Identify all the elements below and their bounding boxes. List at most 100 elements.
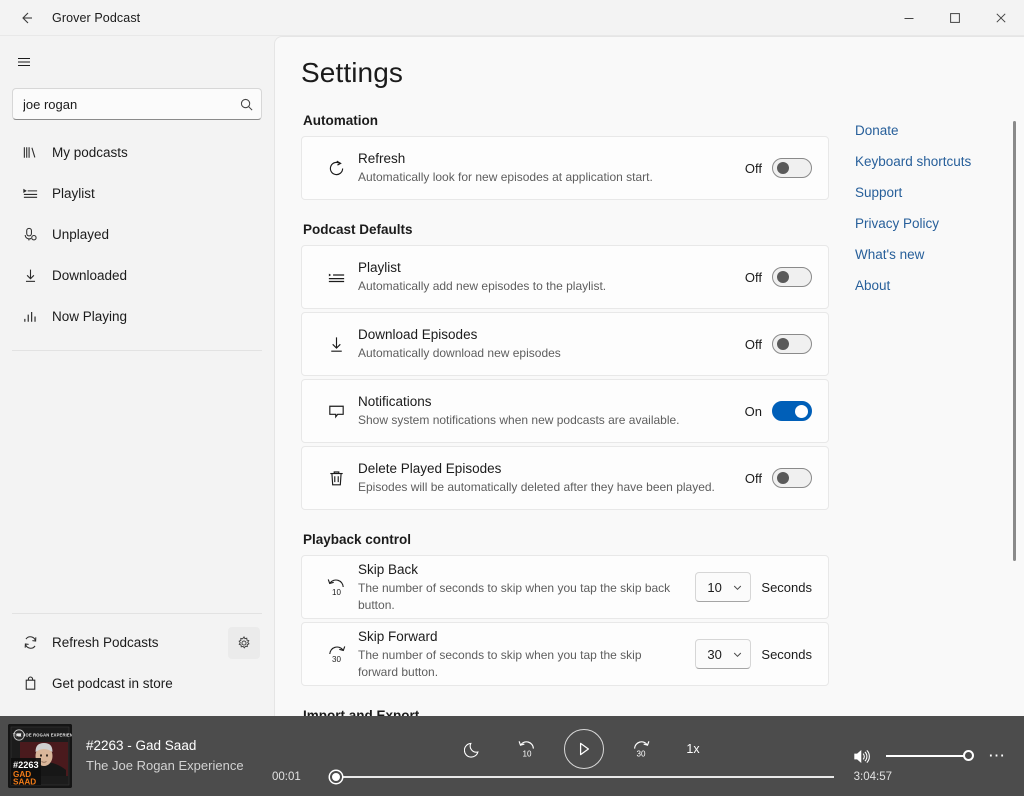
settings-links-column: Donate Keyboard shortcuts Support Privac… — [829, 57, 994, 716]
setting-text: Delete Played Episodes Episodes will be … — [358, 460, 742, 496]
sidebar-item-my-podcasts[interactable]: My podcasts — [4, 132, 270, 173]
setting-subtitle: Automatically download new episodes — [358, 346, 561, 361]
setting-text: Skip Forward The number of seconds to sk… — [358, 628, 695, 681]
window-title: Grover Podcast — [52, 10, 141, 25]
seek-row: 00:01 3:04:57 — [272, 769, 892, 785]
volume-thumb[interactable] — [963, 750, 974, 761]
skip-forward-seconds-dropdown[interactable]: 30 — [695, 639, 752, 669]
refresh-icon — [16, 634, 44, 651]
section-heading: Automation — [303, 113, 378, 128]
sidebar-item-refresh-podcasts[interactable]: Refresh Podcasts — [4, 622, 228, 663]
setting-title: Notifications — [358, 393, 432, 409]
setting-card-playlist[interactable]: Playlist Automatically add new episodes … — [301, 245, 829, 309]
sidebar-item-label: Downloaded — [52, 268, 128, 283]
title-bar: Grover Podcast — [0, 0, 1024, 36]
close-button[interactable] — [978, 0, 1024, 36]
player-right-controls: ⋯ — [834, 739, 1024, 773]
link-whats-new[interactable]: What's new — [855, 247, 924, 262]
volume-icon — [852, 747, 871, 766]
setting-subtitle: Automatically add new episodes to the pl… — [358, 279, 607, 294]
setting-control: Off — [742, 267, 812, 287]
skip-back-seconds-dropdown[interactable]: 10 — [695, 572, 752, 602]
setting-card-delete-played-episodes[interactable]: Delete Played Episodes Episodes will be … — [301, 446, 829, 510]
album-art-image: THE JOE ROGAN EXPERIENCE #2263 GAD SAAD — [8, 724, 72, 788]
setting-subtitle: Episodes will be automatically deleted a… — [358, 480, 715, 495]
setting-title: Skip Forward — [358, 628, 438, 644]
section-playback-control: Playback control 10 Skip Back The number… — [301, 532, 829, 686]
minimize-icon — [903, 12, 915, 24]
setting-control: Off — [742, 468, 812, 488]
more-options-button[interactable]: ⋯ — [982, 742, 1012, 770]
show-title: The Joe Rogan Experience — [86, 758, 244, 774]
svg-text:30: 30 — [637, 749, 646, 758]
svg-text:10: 10 — [332, 587, 341, 596]
setting-card-notifications[interactable]: Notifications Show system notifications … — [301, 379, 829, 443]
refresh-toggle[interactable] — [772, 158, 812, 178]
dropdown-value: 30 — [707, 646, 722, 662]
seek-thumb[interactable] — [330, 771, 342, 783]
settings-button[interactable] — [228, 626, 260, 659]
sidebar-item-unplayed[interactable]: Unplayed — [4, 214, 270, 255]
notifications-toggle[interactable] — [772, 401, 812, 421]
chevron-down-icon — [732, 582, 743, 593]
minimize-button[interactable] — [886, 0, 932, 36]
moon-icon — [463, 740, 483, 759]
svg-text:SAAD: SAAD — [13, 778, 36, 787]
play-button[interactable] — [564, 729, 605, 769]
toggle-knob — [777, 338, 789, 350]
seek-slider[interactable] — [330, 769, 834, 785]
sidebar-item-playlist[interactable]: Playlist — [4, 173, 270, 214]
setting-subtitle: Automatically look for new episodes at a… — [358, 170, 653, 185]
setting-card-skip-back[interactable]: 10 Skip Back The number of seconds to sk… — [301, 555, 829, 619]
sidebar-item-get-podcast-in-store[interactable]: Get podcast in store — [4, 663, 270, 704]
section-heading: Playback control — [303, 532, 412, 547]
hamburger-icon — [16, 54, 32, 70]
content-scrollbar[interactable] — [1009, 37, 1021, 716]
download-episodes-toggle[interactable] — [772, 334, 812, 354]
link-keyboard-shortcuts[interactable]: Keyboard shortcuts — [855, 154, 971, 169]
search-box[interactable] — [12, 88, 262, 120]
maximize-button[interactable] — [932, 0, 978, 36]
setting-card-skip-forward[interactable]: 30 Skip Forward The number of seconds to… — [301, 622, 829, 686]
setting-title: Delete Played Episodes — [358, 460, 502, 476]
sleep-timer-button[interactable] — [456, 732, 490, 766]
link-support[interactable]: Support — [855, 185, 902, 200]
sidebar-item-now-playing[interactable]: Now Playing — [4, 296, 270, 337]
sidebar-item-label: Playlist — [52, 186, 95, 201]
toggle-state-label: Off — [744, 160, 762, 176]
setting-card-download-episodes[interactable]: Download Episodes Automatically download… — [301, 312, 829, 376]
album-art[interactable]: THE JOE ROGAN EXPERIENCE #2263 GAD SAAD — [8, 724, 72, 788]
toggle-state-label: Off — [744, 336, 762, 352]
playlist-toggle[interactable] — [772, 267, 812, 287]
sidebar-nav: My podcasts Playlist Unplayed Downloaded… — [0, 132, 274, 337]
toggle-knob — [777, 162, 789, 174]
back-button[interactable] — [4, 2, 48, 34]
setting-card-refresh[interactable]: Refresh Automatically look for new episo… — [301, 136, 829, 200]
refresh-podcasts-row: Refresh Podcasts — [4, 622, 270, 663]
search-input[interactable] — [13, 96, 231, 112]
setting-subtitle: Show system notifications when new podca… — [358, 413, 680, 428]
sidebar-item-label: My podcasts — [52, 145, 128, 160]
skip-forward-button[interactable]: 30 — [624, 732, 658, 766]
setting-title: Refresh — [358, 150, 406, 166]
skip-back-button[interactable]: 10 — [510, 732, 544, 766]
link-about[interactable]: About — [855, 278, 890, 293]
sidebar-item-downloaded[interactable]: Downloaded — [4, 255, 270, 296]
playback-speed-button[interactable]: 1x — [678, 736, 707, 762]
link-privacy-policy[interactable]: Privacy Policy — [855, 216, 939, 231]
store-bag-icon — [16, 675, 44, 692]
elapsed-time: 00:01 — [272, 771, 301, 783]
hamburger-menu-button[interactable] — [4, 44, 44, 80]
link-donate[interactable]: Donate — [855, 123, 899, 138]
notification-balloon-icon — [314, 401, 358, 422]
svg-text:30: 30 — [332, 654, 341, 663]
delete-played-episodes-toggle[interactable] — [772, 468, 812, 488]
volume-button[interactable] — [844, 739, 878, 773]
volume-slider[interactable] — [886, 748, 974, 764]
section-import-and-export: Import and Export — [301, 708, 829, 716]
settings-scroll-area[interactable]: Settings Automation Refresh Automaticall… — [275, 37, 1024, 716]
search-button[interactable] — [231, 89, 261, 119]
scrollbar-thumb[interactable] — [1013, 121, 1016, 561]
download-icon — [314, 334, 358, 355]
